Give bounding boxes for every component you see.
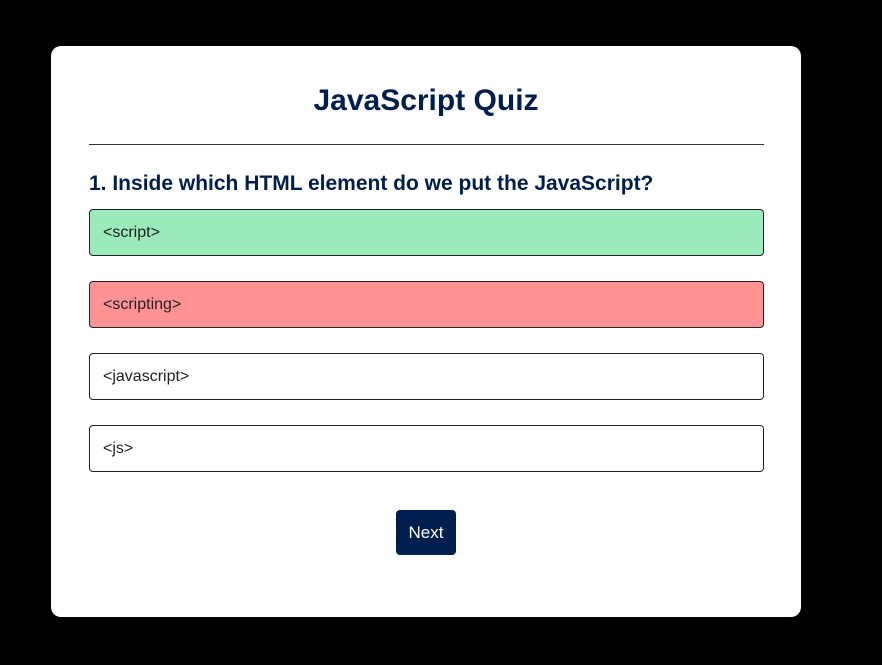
answer-list: <script> <scripting> <javascript> <js> <box>89 209 764 497</box>
title-divider <box>89 144 764 145</box>
answer-button-script[interactable]: <script> <box>89 209 764 256</box>
answer-button-js[interactable]: <js> <box>89 425 764 472</box>
quiz-title: JavaScript Quiz <box>313 84 539 117</box>
next-button[interactable]: Next <box>396 510 456 555</box>
answer-button-javascript[interactable]: <javascript> <box>89 353 764 400</box>
answer-button-scripting[interactable]: <scripting> <box>89 281 764 328</box>
question-text: 1. Inside which HTML element do we put t… <box>89 172 654 195</box>
quiz-card: JavaScript Quiz 1. Inside which HTML ele… <box>51 46 801 617</box>
